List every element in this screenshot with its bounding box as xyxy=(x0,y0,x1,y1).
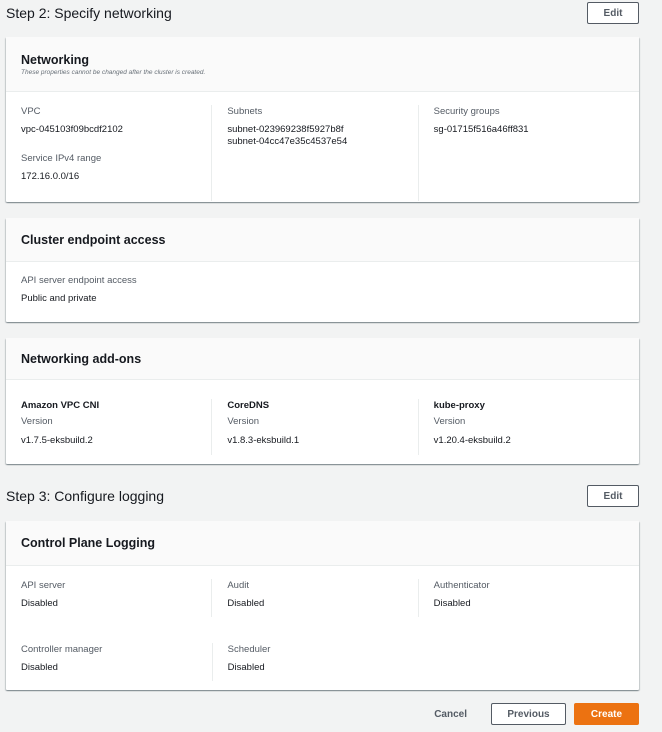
step3-header: Step 3: Configure logging Edit xyxy=(6,485,639,507)
previous-button[interactable]: Previous xyxy=(491,703,566,725)
step2-header: Step 2: Specify networking Edit xyxy=(6,2,639,24)
logging-item-label: Scheduler xyxy=(227,644,271,655)
addons-panel: Networking add-ons Amazon VPC CNI Versio… xyxy=(6,338,639,464)
logging-item-label: Controller manager xyxy=(21,644,103,655)
endpoint-panel: Cluster endpoint access API server endpo… xyxy=(6,218,639,322)
addon-version-label: Version xyxy=(21,416,53,427)
logging-item-label: Audit xyxy=(227,580,249,591)
addon-version: v1.7.5-eksbuild.2 xyxy=(21,435,93,446)
networking-panel: Networking These properties cannot be ch… xyxy=(6,37,639,202)
addon-name: Amazon VPC CNI xyxy=(21,400,100,411)
security-groups-label: Security groups xyxy=(433,106,500,117)
subnet-item: subnet-04cc47e35c4537e54 xyxy=(227,136,348,147)
subnet-item: subnet-023969238f5927b8f xyxy=(227,124,344,135)
ipv4-value: 172.16.0.0/16 xyxy=(21,171,80,182)
logging-title: Control Plane Logging xyxy=(21,536,156,550)
logging-panel: Control Plane Logging API server Disable… xyxy=(6,521,639,690)
logging-item-value: Disabled xyxy=(21,598,58,609)
addon-version: v1.20.4-eksbuild.2 xyxy=(433,435,511,446)
logging-item: Audit Disabled xyxy=(211,579,417,617)
endpoint-panel-header: Cluster endpoint access xyxy=(6,218,639,262)
logging-item: Authenticator Disabled xyxy=(417,579,624,617)
vpc-column: VPC vpc-045103f09bcdf2102 Service IPv4 r… xyxy=(21,105,211,201)
step3-edit-button[interactable]: Edit xyxy=(587,485,639,507)
step2-edit-button[interactable]: Edit xyxy=(587,2,639,24)
addon-item: kube-proxy Version v1.20.4-eksbuild.2 xyxy=(417,399,624,455)
subnets-column: Subnets subnet-023969238f5927b8f subnet-… xyxy=(211,105,417,201)
vpc-label: VPC xyxy=(21,106,41,117)
networking-description: These properties cannot be changed after… xyxy=(21,68,206,76)
logging-item: Scheduler Disabled xyxy=(211,643,419,681)
logging-item: Controller manager Disabled xyxy=(21,643,212,681)
subnets-label: Subnets xyxy=(227,106,263,117)
addon-version-label: Version xyxy=(433,416,466,427)
addon-version: v1.8.3-eksbuild.1 xyxy=(227,435,300,446)
create-button[interactable]: Create xyxy=(574,703,639,725)
endpoint-access-value: Public and private xyxy=(21,293,97,304)
step3-title: Step 3: Configure logging xyxy=(6,488,164,504)
logging-item-value: Disabled xyxy=(433,598,471,609)
networking-title: Networking xyxy=(21,52,90,67)
logging-empty-column xyxy=(418,643,624,681)
endpoint-title: Cluster endpoint access xyxy=(21,232,166,247)
wizard-footer: Cancel Previous Create xyxy=(434,703,639,725)
logging-item-label: Authenticator xyxy=(433,580,490,591)
step2-title: Step 2: Specify networking xyxy=(6,5,172,21)
logging-panel-header: Control Plane Logging xyxy=(6,521,639,566)
logging-item: API server Disabled xyxy=(21,579,211,617)
addon-name: kube-proxy xyxy=(433,400,485,411)
security-groups-value: sg-01715f516a46ff831 xyxy=(433,124,529,135)
addon-item: CoreDNS Version v1.8.3-eksbuild.1 xyxy=(211,399,417,455)
logging-item-value: Disabled xyxy=(227,598,265,609)
vpc-value: vpc-045103f09bcdf2102 xyxy=(21,124,123,135)
logging-item-label: API server xyxy=(21,580,66,591)
addon-name: CoreDNS xyxy=(227,400,270,411)
endpoint-access-label: API server endpoint access xyxy=(21,275,137,286)
logging-item-value: Disabled xyxy=(227,662,265,673)
addons-panel-header: Networking add-ons xyxy=(6,338,639,380)
addon-version-label: Version xyxy=(227,416,260,427)
cancel-button[interactable]: Cancel xyxy=(434,709,467,720)
addons-title: Networking add-ons xyxy=(21,351,142,366)
ipv4-label: Service IPv4 range xyxy=(21,153,102,164)
addon-item: Amazon VPC CNI Version v1.7.5-eksbuild.2 xyxy=(21,399,211,455)
logging-item-value: Disabled xyxy=(21,662,58,673)
networking-panel-header: Networking These properties cannot be ch… xyxy=(6,37,639,92)
security-groups-column: Security groups sg-01715f516a46ff831 xyxy=(417,105,624,201)
